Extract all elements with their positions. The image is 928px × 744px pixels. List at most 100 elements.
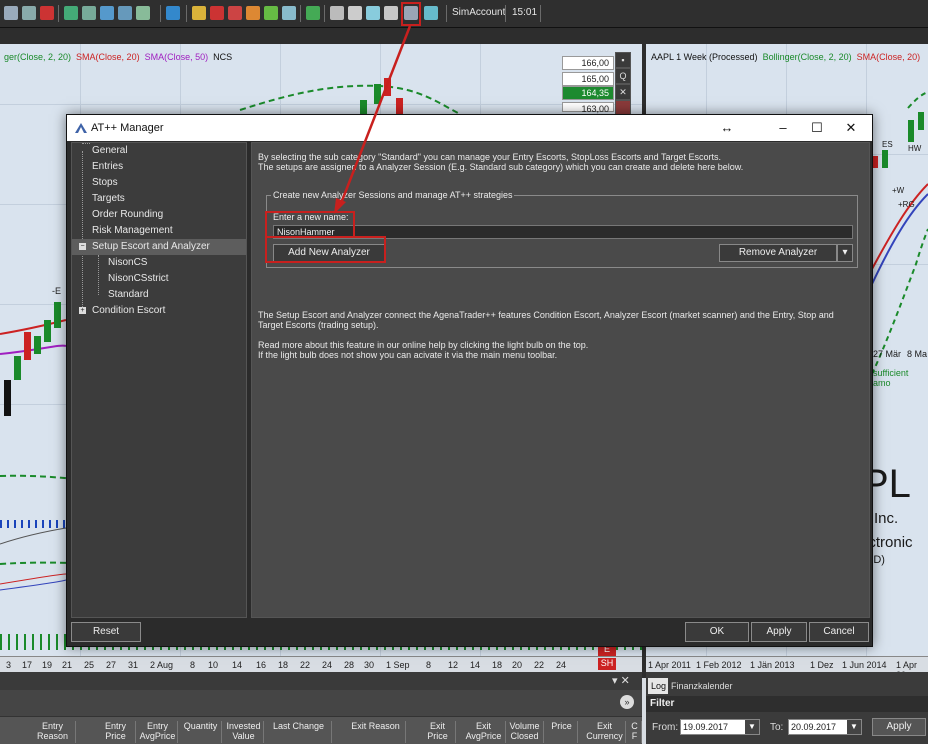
add-button-highlight-box — [265, 236, 386, 263]
calendar-icon[interactable] — [210, 6, 224, 20]
price-label-2: 165,00 — [562, 72, 614, 86]
nav-stops[interactable]: Stops — [72, 175, 246, 191]
news-icon[interactable] — [228, 6, 242, 20]
tab-finanzkalender[interactable]: Finanzkalender — [668, 678, 736, 694]
depth-icon[interactable] — [136, 6, 150, 20]
chart-side-button-1[interactable]: ▪ — [615, 52, 631, 68]
account-label[interactable]: SimAccount — [452, 7, 505, 18]
watchlist-icon[interactable] — [100, 6, 114, 20]
scanner-icon[interactable] — [82, 6, 96, 20]
to-label: To: — [770, 722, 784, 733]
nav-setup-escort-analyzer[interactable]: − Setup Escort and Analyzer — [72, 239, 246, 255]
nav-entries[interactable]: Entries — [72, 159, 246, 175]
grid-icon[interactable] — [4, 6, 18, 20]
positions-table-header: Entry Reason Entry Price Entry AvgPrice … — [0, 716, 642, 744]
right-date-axis: 1 Apr 2011 1 Feb 2012 1 Jän 2013 1 Dez 1… — [646, 656, 928, 680]
company-inc: Inc. — [874, 510, 899, 527]
date-mark-1: 27 Mär — [873, 349, 902, 359]
right-chart-header — [646, 28, 928, 44]
remove-analyzer-dropdown[interactable]: ▾ — [837, 244, 853, 262]
left-chart-header — [0, 28, 642, 44]
maximize-button[interactable]: ☐ — [807, 119, 827, 137]
panel-menu-icon[interactable]: ▾ ✕ — [612, 674, 630, 687]
nav-standard[interactable]: Standard — [72, 287, 246, 303]
nav-targets[interactable]: Targets — [72, 191, 246, 207]
current-price-label: 164,35 — [562, 86, 614, 100]
user-icon[interactable] — [366, 6, 380, 20]
col-entry-avgprice[interactable]: Entry AvgPrice — [138, 721, 178, 743]
date-mark-2: 8 Ma — [907, 349, 928, 359]
col-entry-price[interactable]: Entry Price — [96, 721, 136, 743]
window-icon[interactable] — [22, 6, 36, 20]
filter-apply-button[interactable]: Apply — [872, 718, 926, 736]
list-icon[interactable] — [118, 6, 132, 20]
col-quantity[interactable]: Quantity — [180, 721, 222, 743]
col-exit-reason[interactable]: Exit Reason — [346, 721, 406, 743]
cancel-button[interactable]: Cancel — [809, 622, 869, 642]
nav-order-rounding[interactable]: Order Rounding — [72, 207, 246, 223]
left-date-axis: 3 17 19 21 25 27 31 2 Aug 8 10 14 16 18 … — [0, 656, 642, 672]
resize-icon[interactable]: ↔ — [717, 119, 737, 137]
at-manager-dialog: AT++ Manager ↔ – ☐ ✕ General Entries Sto… — [66, 114, 873, 647]
note-icon[interactable] — [192, 6, 206, 20]
tools-icon[interactable] — [384, 6, 398, 20]
to-date-dropdown-icon[interactable]: ▼ — [847, 720, 861, 734]
reset-button[interactable]: Reset — [71, 622, 141, 642]
sh-label: SH — [598, 658, 616, 670]
bars-icon[interactable] — [306, 6, 320, 20]
from-date-dropdown-icon[interactable]: ▼ — [745, 720, 759, 734]
price-label-1: 166,00 — [562, 56, 614, 70]
connection-icon[interactable] — [348, 6, 362, 20]
account-icon[interactable] — [264, 6, 278, 20]
gear-icon[interactable] — [330, 6, 344, 20]
chart-icon[interactable] — [64, 6, 78, 20]
main-toolbar: SimAccount 15:01 — [0, 0, 928, 28]
zoom-button[interactable]: Q — [615, 68, 631, 84]
toolbar-highlight-box — [401, 2, 421, 26]
close-button[interactable]: ✕ — [841, 119, 861, 137]
alert-icon[interactable] — [246, 6, 260, 20]
strategy-icon[interactable] — [282, 6, 296, 20]
col-exit-price[interactable]: Exit Price — [420, 721, 456, 743]
from-label: From: — [652, 722, 679, 733]
to-date-field[interactable]: 20.09.2017 ▼ — [788, 719, 862, 735]
at-logo-icon — [75, 123, 87, 133]
collapse-toggle-icon[interactable]: − — [79, 243, 86, 250]
signal-label-hw: HW — [908, 144, 922, 153]
help-icon[interactable] — [424, 6, 438, 20]
tools-side-button[interactable]: ✕ — [615, 84, 631, 100]
ok-button[interactable]: OK — [685, 622, 749, 642]
col-price[interactable]: Price — [546, 721, 578, 743]
col-last-change[interactable]: Last Change — [266, 721, 332, 743]
dialog-title: AT++ Manager — [91, 122, 164, 134]
expand-toggle-icon[interactable]: + — [79, 307, 86, 314]
apply-button[interactable]: Apply — [751, 622, 807, 642]
left-chart-legend: ger(Close, 2, 20) SMA(Close, 20) SMA(Clo… — [4, 52, 233, 62]
tab-log[interactable]: Log — [648, 678, 670, 694]
nav-general[interactable]: General — [72, 143, 246, 159]
bookmark-icon[interactable] — [40, 6, 54, 20]
remove-analyzer-button[interactable]: Remove Analyzer — [719, 244, 837, 262]
help-line-1: Read more about this feature in our onli… — [258, 340, 589, 350]
minimize-button[interactable]: – — [773, 119, 793, 137]
dialog-titlebar[interactable]: AT++ Manager ↔ – ☐ ✕ — [67, 115, 872, 141]
intro-line-2: The setups are assigned to a Analyzer Se… — [258, 162, 744, 172]
collapse-icon[interactable]: » — [620, 695, 634, 709]
positions-panel: » — [0, 690, 642, 716]
warning-text: sufficient amo — [873, 368, 909, 388]
col-exit-currency[interactable]: Exit Currency — [584, 721, 626, 743]
right-chart-legend: AAPL 1 Week (Processed) Bollinger(Close,… — [651, 52, 921, 62]
col-cutoff[interactable]: C F — [628, 721, 642, 743]
col-exit-avgprice[interactable]: Exit AvgPrice — [462, 721, 506, 743]
nav-nisoncs[interactable]: NisonCS — [72, 255, 246, 271]
nav-risk-management[interactable]: Risk Management — [72, 223, 246, 239]
col-invested-value[interactable]: Invested Value — [224, 721, 264, 743]
filter-header: Filter — [646, 696, 928, 712]
from-date-field[interactable]: 19.09.2017 ▼ — [680, 719, 760, 735]
nav-condition-escort[interactable]: + Condition Escort — [72, 303, 246, 319]
col-entry-reason[interactable]: Entry Reason — [30, 721, 76, 743]
chevron-down-icon: ▾ — [842, 247, 848, 258]
col-volume-closed[interactable]: Volume Closed — [506, 721, 544, 743]
nav-nisoncsstrict[interactable]: NisonCSstrict — [72, 271, 246, 287]
arrow-icon[interactable] — [166, 6, 180, 20]
